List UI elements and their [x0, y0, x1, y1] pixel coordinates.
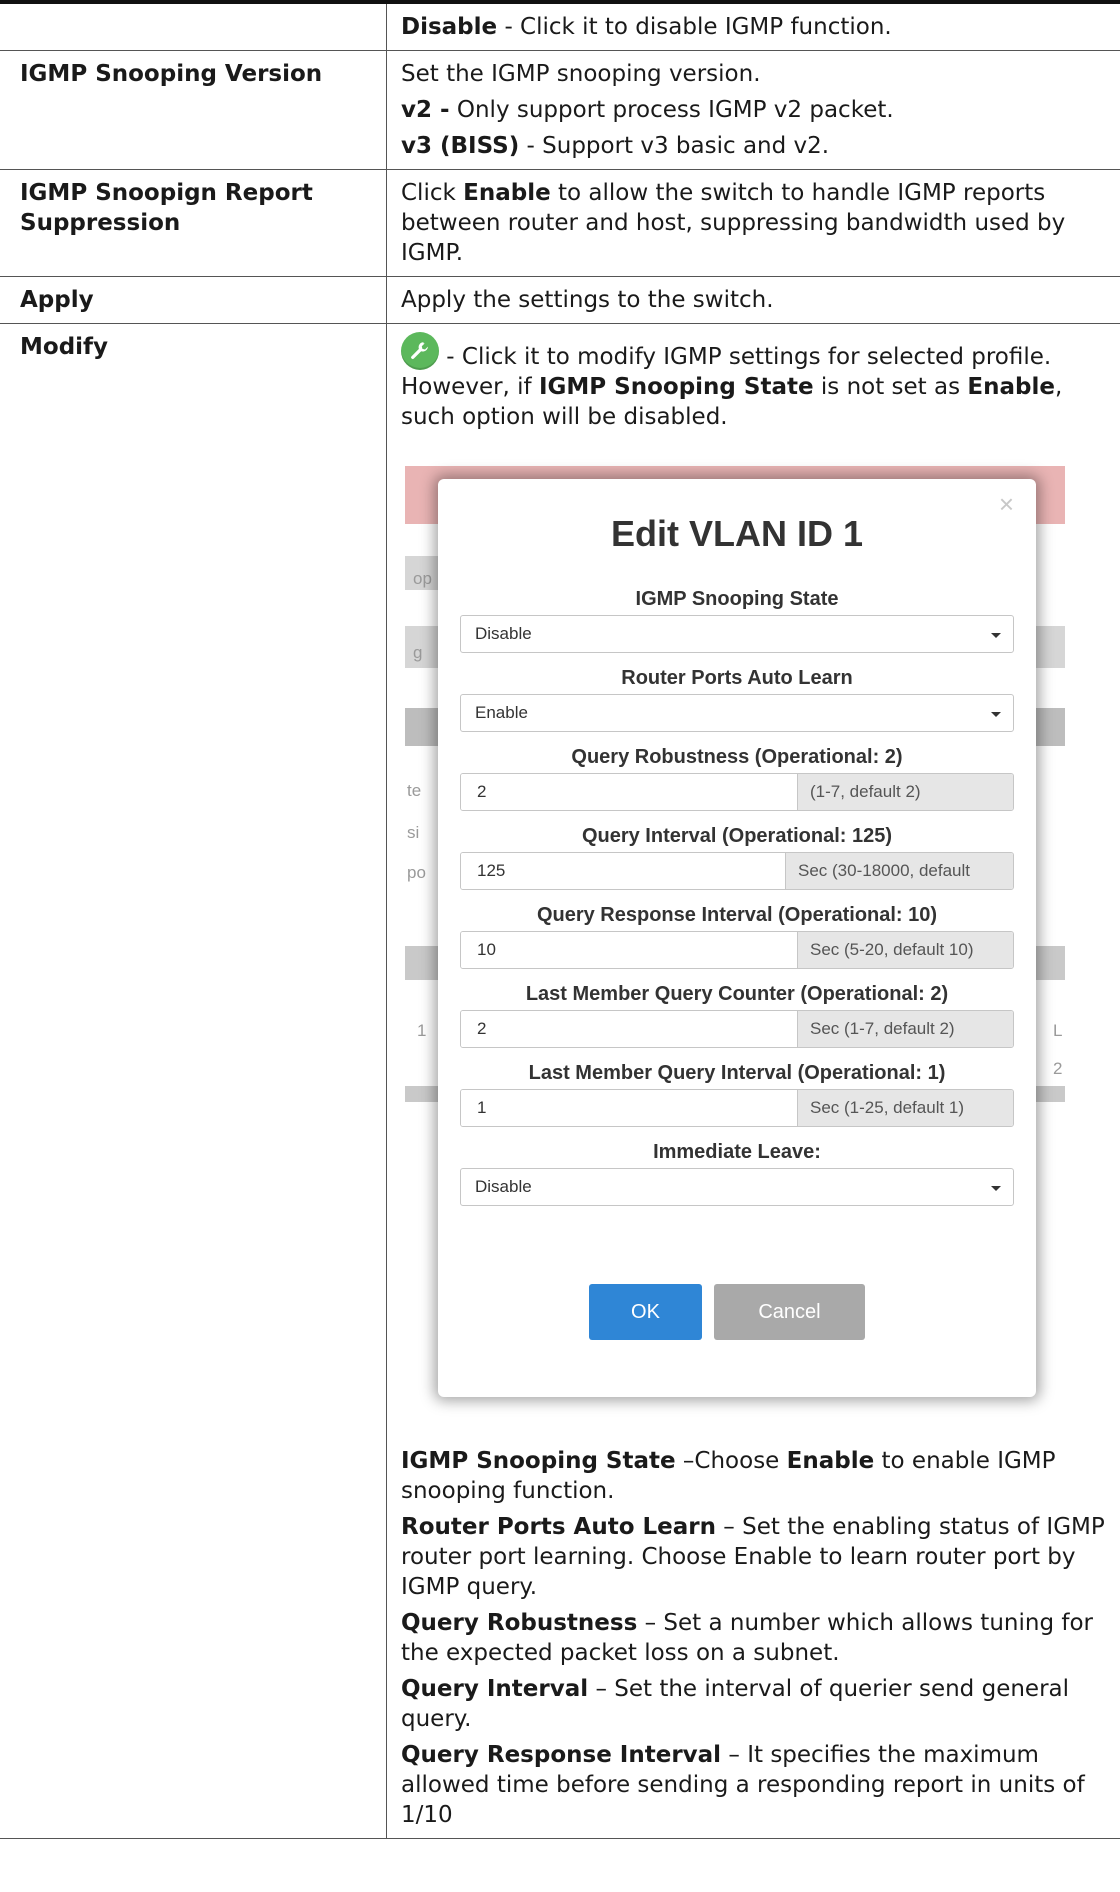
description-paragraph: Query Response Interval – It specifies t…	[401, 1740, 1106, 1830]
description-paragraph: v2 - Only support process IGMP v2 packet…	[401, 95, 1106, 125]
modify-intro-text: - Click it to modify IGMP settings for s…	[401, 344, 1062, 430]
bold-term: Query Interval	[401, 1676, 589, 1702]
last-member-query-interval-input[interactable]: 1 Sec (1-25, default 1)	[460, 1089, 1014, 1127]
description-paragraph: Router Ports Auto Learn – Set the enabli…	[401, 1512, 1106, 1602]
background-text: te	[407, 781, 422, 800]
settings-table: Disable - Click it to disable IGMP funct…	[0, 0, 1120, 1839]
table-row-report-suppression: IGMP Snoopign Report Suppression Click E…	[0, 169, 1120, 277]
description-paragraph: Query Robustness – Set a number which al…	[401, 1608, 1106, 1668]
input-addon: Sec (1-7, default 2)	[797, 1011, 1013, 1047]
background-text: op	[413, 569, 432, 588]
text-run: Set the IGMP snooping version.	[401, 61, 761, 87]
text-run: - Click it to disable IGMP function.	[497, 14, 892, 40]
edit-vlan-modal: × Edit VLAN ID 1 IGMP Snooping State Dis…	[438, 479, 1036, 1397]
query-robustness-input[interactable]: 2 (1-7, default 2)	[460, 773, 1014, 811]
field-label-last-member-query-interval: Last Member Query Interval (Operational:…	[528, 1062, 946, 1084]
modal-title: Edit VLAN ID 1	[610, 513, 864, 554]
description-paragraph: Click Enable to allow the switch to hand…	[401, 178, 1106, 268]
row-description: Set the IGMP snooping version. v2 - Only…	[386, 50, 1120, 170]
row-description: Apply the settings to the switch.	[386, 276, 1120, 324]
bold-term: Query Robustness	[401, 1610, 638, 1636]
query-interval-input[interactable]: 125 Sec (30-18000, default 125)	[460, 852, 1014, 890]
chevron-down-icon	[991, 712, 1001, 717]
bold-term: Enable	[967, 374, 1055, 400]
document-page: Disable - Click it to disable IGMP funct…	[0, 0, 1120, 1892]
close-icon[interactable]: ×	[999, 491, 1014, 517]
input-addon: Sec (1-25, default 1)	[797, 1090, 1013, 1126]
field-label-immediate-leave: Immediate Leave:	[653, 1141, 821, 1163]
input-value: 10	[461, 932, 797, 968]
bold-term: Router Ports Auto Learn	[401, 1514, 716, 1540]
select-value: Disable	[475, 1177, 532, 1196]
background-text: si	[407, 823, 420, 842]
description-paragraph: Set the IGMP snooping version.	[401, 59, 1106, 89]
field-label-query-interval: Query Interval (Operational: 125)	[581, 825, 893, 847]
immediate-leave-select[interactable]: Disable	[460, 1168, 1014, 1206]
field-label-router-ports: Router Ports Auto Learn	[621, 667, 853, 689]
row-label: Modify	[0, 323, 387, 1839]
last-member-query-counter-input[interactable]: 2 Sec (1-7, default 2)	[460, 1010, 1014, 1048]
input-value: 1	[461, 1090, 797, 1126]
wrench-icon[interactable]	[401, 332, 439, 370]
background-text: g	[413, 643, 423, 662]
modify-intro: - Click it to modify IGMP settings for s…	[401, 332, 1106, 432]
input-addon: Sec (5-20, default 10)	[797, 932, 1013, 968]
description-paragraph: IGMP Snooping State –Choose Enable to en…	[401, 1446, 1106, 1506]
bold-term: Enable	[786, 1448, 875, 1474]
input-addon: (1-7, default 2)	[797, 774, 1013, 810]
table-row-igmp-snooping-version: IGMP Snooping Version Set the IGMP snoop…	[0, 50, 1120, 170]
background-text: po	[407, 863, 426, 882]
description-paragraph: v3 (BISS) - Support v3 basic and v2.	[401, 131, 1106, 161]
row-description: - Click it to modify IGMP settings for s…	[386, 323, 1120, 1839]
snooping-state-select[interactable]: Disable	[460, 615, 1014, 653]
bold-term: IGMP Snooping State	[401, 1448, 676, 1474]
row-description: Disable - Click it to disable IGMP funct…	[386, 0, 1120, 51]
bold-term: Disable	[401, 14, 498, 40]
text-run: is not set as	[813, 374, 968, 400]
background-text: 2	[1053, 1059, 1063, 1078]
background-text: L	[1053, 1021, 1063, 1040]
text-run: Click	[401, 180, 464, 206]
table-body: Disable - Click it to disable IGMP funct…	[0, 0, 1120, 1839]
text-run: Apply the settings to the switch.	[401, 287, 774, 313]
description-paragraph: Query Interval – Set the interval of que…	[401, 1674, 1106, 1734]
table-row-modify: Modify - Click it to modify IGMP setting…	[0, 323, 1120, 1839]
input-value: 2	[461, 774, 797, 810]
field-label-snooping-state: IGMP Snooping State	[635, 588, 839, 610]
description-paragraph: Apply the settings to the switch.	[401, 285, 1106, 315]
cancel-button[interactable]: Cancel	[714, 1284, 865, 1340]
row-label: Apply	[0, 276, 387, 324]
text-run: –Choose	[675, 1448, 787, 1474]
ok-button[interactable]: OK	[589, 1284, 702, 1340]
bold-term: Query Response Interval	[401, 1742, 722, 1768]
field-label-query-robustness: Query Robustness (Operational: 2)	[571, 746, 903, 768]
edit-dialog-screenshot: op g te si po 1 L 2 × Edit VLAN ID 1 IGM…	[405, 446, 1065, 1436]
row-label	[0, 0, 387, 51]
select-value: Disable	[475, 624, 532, 643]
input-value: 2	[461, 1011, 797, 1047]
background-text: 1	[417, 1021, 427, 1040]
row-label: IGMP Snoopign Report Suppression	[0, 169, 387, 277]
chevron-down-icon	[991, 1186, 1001, 1191]
row-description: Click Enable to allow the switch to hand…	[386, 169, 1120, 277]
bold-term: v2 -	[401, 97, 450, 123]
table-row-disable: Disable - Click it to disable IGMP funct…	[0, 0, 1120, 51]
bold-term: v3 (BISS)	[401, 133, 520, 159]
bold-term: IGMP Snooping State	[538, 374, 814, 400]
row-label: IGMP Snooping Version	[0, 50, 387, 170]
text-run: - Support v3 basic and v2.	[519, 133, 830, 159]
field-label-query-response-interval: Query Response Interval (Operational: 10…	[536, 904, 938, 926]
input-value: 125	[461, 853, 785, 889]
query-response-interval-input[interactable]: 10 Sec (5-20, default 10)	[460, 931, 1014, 969]
router-ports-auto-learn-select[interactable]: Enable	[460, 694, 1014, 732]
bold-term: Enable	[463, 180, 551, 206]
description-paragraph: Disable - Click it to disable IGMP funct…	[401, 12, 1106, 42]
input-addon: Sec (30-18000, default 125)	[785, 853, 1013, 889]
field-label-last-member-query-counter: Last Member Query Counter (Operational: …	[525, 983, 949, 1005]
table-row-apply: Apply Apply the settings to the switch.	[0, 276, 1120, 324]
chevron-down-icon	[991, 633, 1001, 638]
text-run: Only support process IGMP v2 packet.	[449, 97, 894, 123]
select-value: Enable	[475, 703, 528, 722]
